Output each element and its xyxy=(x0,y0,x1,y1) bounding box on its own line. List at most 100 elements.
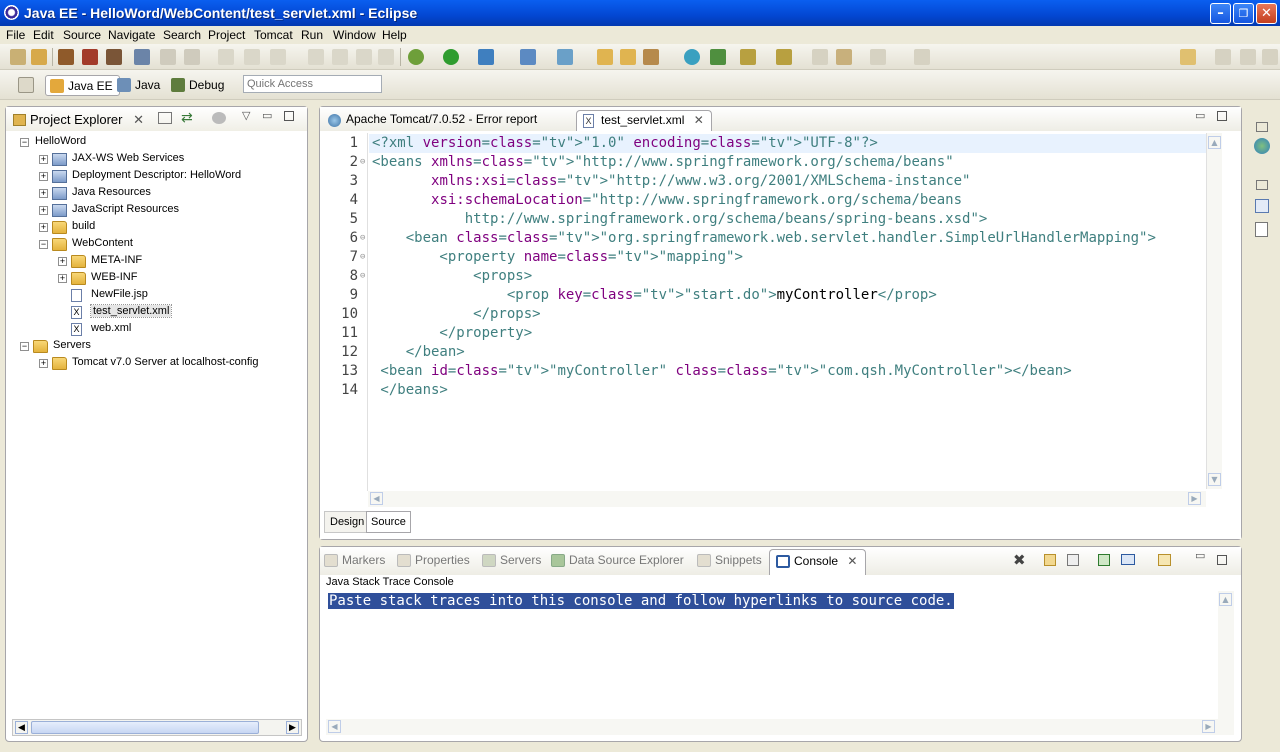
menu-run[interactable]: Run xyxy=(301,28,323,42)
menu-search[interactable]: Search xyxy=(163,28,201,42)
tab-tomcat-error-report[interactable]: Apache Tomcat/7.0.52 - Error report xyxy=(322,110,576,131)
scroll-right-icon[interactable]: ▶ xyxy=(286,721,299,734)
globe-icon[interactable] xyxy=(684,49,700,65)
code-line[interactable]: http://www.springframework.org/schema/be… xyxy=(372,211,988,227)
display-console-icon[interactable] xyxy=(1121,554,1135,565)
minimize-button[interactable]: – xyxy=(1210,3,1231,24)
open-type-icon[interactable] xyxy=(597,49,613,65)
collapse-icon[interactable]: − xyxy=(20,138,29,147)
tab-snippets[interactable]: Snippets xyxy=(697,553,762,573)
minimize-view-icon[interactable]: ▭ xyxy=(262,109,272,122)
tree-item-servers[interactable]: − Servers xyxy=(6,338,306,355)
minimize-view-icon[interactable]: ▭ xyxy=(1195,549,1205,562)
perspective-debug[interactable]: Debug xyxy=(167,75,230,96)
scroll-right-icon[interactable]: ▶ xyxy=(1202,720,1215,733)
tree-item-jax-ws-web-services[interactable]: + JAX-WS Web Services xyxy=(6,151,306,168)
debug-config-icon[interactable] xyxy=(106,49,122,65)
expand-icon[interactable]: + xyxy=(39,359,48,368)
code-line[interactable]: <bean id=class="tv">"myController" class… xyxy=(372,363,1071,379)
menu-file[interactable]: File xyxy=(6,28,25,42)
restore-icon[interactable] xyxy=(1215,49,1231,65)
tab-design[interactable]: Design xyxy=(324,511,371,533)
scroll-up-icon[interactable]: ▲ xyxy=(1219,593,1232,606)
maximize-editor-icon[interactable] xyxy=(1217,111,1227,121)
view-menu-icon[interactable]: ▽ xyxy=(242,109,250,122)
tree-item-deployment-descriptor-helloword[interactable]: + Deployment Descriptor: HelloWord xyxy=(6,168,306,185)
tab-servers[interactable]: Servers xyxy=(482,553,541,573)
scroll-right-icon[interactable]: ▶ xyxy=(1188,492,1201,505)
open-console-icon[interactable] xyxy=(1158,554,1171,566)
code-line[interactable]: </beans> xyxy=(372,382,447,398)
code-line[interactable]: <property name=class="tv">"mapping"> xyxy=(372,249,742,265)
pin-console-icon[interactable] xyxy=(1098,554,1110,566)
menu-source[interactable]: Source xyxy=(63,28,101,42)
skip-breakpoints-icon[interactable] xyxy=(58,49,74,65)
code-line[interactable]: <prop key=class="tv">"start.do">myContro… xyxy=(372,287,937,303)
quick-access-input[interactable] xyxy=(243,75,382,93)
refresh-icon[interactable] xyxy=(184,49,200,65)
scroll-up-icon[interactable]: ▲ xyxy=(1208,136,1221,149)
fold-icon[interactable]: ⊖ xyxy=(360,158,368,167)
maximize-view-icon[interactable] xyxy=(1217,555,1227,565)
console-text[interactable]: Paste stack traces into this console and… xyxy=(328,593,954,609)
code-line[interactable]: </property> xyxy=(372,325,532,341)
menu-help[interactable]: Help xyxy=(382,28,407,42)
close-icon[interactable]: ✕ xyxy=(694,113,704,127)
close-button[interactable]: ✕ xyxy=(1256,3,1277,24)
save-icon[interactable] xyxy=(31,49,47,65)
scroll-lock-icon[interactable] xyxy=(1044,554,1056,566)
scroll-down-icon[interactable]: ▼ xyxy=(1208,473,1221,486)
prev-annotation-icon[interactable] xyxy=(776,49,792,65)
next-icon[interactable] xyxy=(870,49,886,65)
code-line[interactable]: </bean> xyxy=(372,344,465,360)
tab-console[interactable]: Console ✕ xyxy=(769,549,867,575)
tab-properties[interactable]: Properties xyxy=(397,553,470,573)
open-folder-icon[interactable] xyxy=(620,49,636,65)
maximize-view-icon[interactable] xyxy=(284,111,294,121)
collapse-icon[interactable]: − xyxy=(20,342,29,351)
back-icon[interactable] xyxy=(812,49,828,65)
code-editor[interactable]: 1 <?xml version=class="tv">"1.0" encoding… xyxy=(338,135,1206,491)
tree-item-webcontent[interactable]: − WebContent xyxy=(6,236,306,253)
collapse-all-icon[interactable] xyxy=(158,112,172,124)
perspective-javaee[interactable]: Java EE xyxy=(45,75,120,96)
next-annotation-icon[interactable] xyxy=(740,49,756,65)
tree-item-web-xml[interactable]: Xweb.xml xyxy=(6,321,306,338)
minimize-editor-icon[interactable]: ▭ xyxy=(1195,109,1205,122)
run-icon[interactable] xyxy=(443,49,459,65)
console-horizontal-scrollbar[interactable]: ◀ ▶ xyxy=(326,719,1234,735)
code-line[interactable]: xsi:schemaLocation="http://www.springfra… xyxy=(372,192,962,208)
code-line[interactable]: <?xml version=class="tv">"1.0" encoding=… xyxy=(372,135,878,151)
tab-source[interactable]: Source xyxy=(366,511,411,533)
scroll-thumb[interactable] xyxy=(31,721,259,734)
code-line[interactable]: <props> xyxy=(372,268,532,284)
forward-icon[interactable] xyxy=(836,49,852,65)
perspective-java[interactable]: Java xyxy=(113,75,166,96)
code-line[interactable]: <bean class=class="tv">"org.springframew… xyxy=(372,230,1156,246)
tree-item-tomcat-v7-0-server-at-localhost-config[interactable]: + Tomcat v7.0 Server at localhost-config xyxy=(6,355,306,372)
debug-icon[interactable] xyxy=(408,49,424,65)
tree-item-javascript-resources[interactable]: + JavaScript Resources xyxy=(6,202,306,219)
tab-project-explorer[interactable]: Project Explorer ✕ xyxy=(10,110,150,130)
editor-horizontal-scrollbar[interactable]: ◀ ▶ xyxy=(368,491,1206,507)
code-line[interactable]: xmlns:xsi=class="tv">"http://www.w3.org/… xyxy=(372,173,970,189)
expand-icon[interactable]: + xyxy=(39,172,48,181)
scroll-left-icon[interactable]: ◀ xyxy=(370,492,383,505)
expand-icon[interactable]: + xyxy=(39,206,48,215)
tab-data-source-explorer[interactable]: Data Source Explorer xyxy=(551,553,684,573)
new-class-icon[interactable] xyxy=(557,49,573,65)
tree-item-web-inf[interactable]: + WEB-INF xyxy=(6,270,306,287)
tree-item-newfile-jsp[interactable]: NewFile.jsp xyxy=(6,287,306,304)
menu-project[interactable]: Project xyxy=(208,28,245,42)
tree-item-java-resources[interactable]: + Java Resources xyxy=(6,185,306,202)
close-icon[interactable]: ✕ xyxy=(847,554,857,568)
menu-edit[interactable]: Edit xyxy=(33,28,54,42)
collapse-icon[interactable]: − xyxy=(39,240,48,249)
code-line[interactable]: </props> xyxy=(372,306,540,322)
fold-icon[interactable]: ⊖ xyxy=(360,253,368,262)
restore-icon[interactable] xyxy=(1256,122,1268,132)
maximize-icon[interactable] xyxy=(1240,49,1256,65)
expand-icon[interactable]: + xyxy=(58,274,67,283)
minimize-icon[interactable] xyxy=(1262,49,1278,65)
menu-navigate[interactable]: Navigate xyxy=(108,28,155,42)
